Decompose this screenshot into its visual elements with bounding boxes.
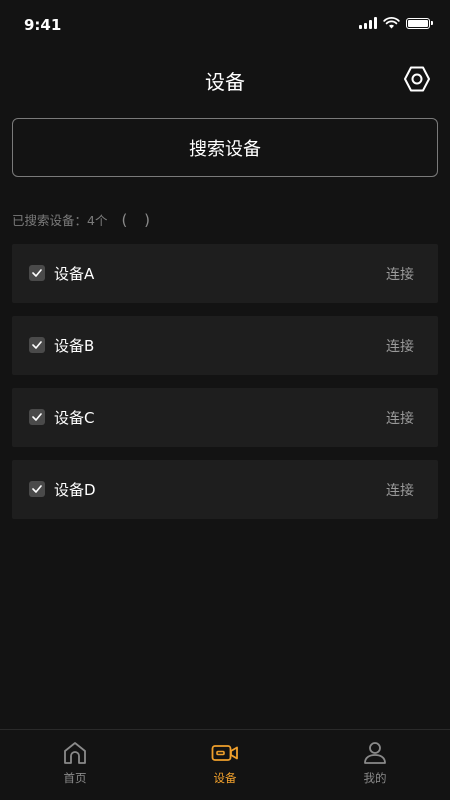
battery-icon (406, 17, 433, 29)
signal-icon (359, 17, 377, 29)
device-row-c[interactable]: 设备C 连接 (12, 388, 438, 447)
connect-button[interactable]: 连接 (386, 336, 414, 356)
connect-button[interactable]: 连接 (386, 408, 414, 428)
device-name: 设备D (54, 481, 96, 499)
person-icon (364, 742, 386, 764)
loading-spinner: ( ) (121, 210, 156, 229)
check-icon (32, 341, 42, 349)
device-row-a[interactable]: 设备A 连接 (12, 244, 438, 303)
status-bar: 9:41 (0, 0, 450, 50)
tab-home[interactable]: 首页 (0, 730, 150, 800)
check-icon (32, 413, 42, 421)
status-icons (359, 17, 433, 29)
device-checkbox[interactable] (29, 265, 45, 281)
connect-button[interactable]: 连接 (386, 480, 414, 500)
tab-label: 首页 (63, 771, 87, 785)
device-checkbox[interactable] (29, 481, 45, 497)
tab-profile[interactable]: 我的 (300, 730, 450, 800)
found-status: 已搜索设备：4个 ( ) (12, 210, 156, 229)
status-time: 9:41 (24, 16, 62, 34)
device-name: 设备B (54, 337, 95, 355)
device-list: 设备A 连接 设备B 连接 设备C 连接 设备D 连接 (12, 244, 438, 532)
gear-icon (404, 66, 430, 92)
device-name: 设备A (54, 265, 95, 283)
connect-button[interactable]: 连接 (386, 264, 414, 284)
tab-label: 我的 (363, 771, 387, 785)
home-icon (64, 742, 86, 764)
tab-label: 设备 (213, 771, 237, 785)
device-row-d[interactable]: 设备D 连接 (12, 460, 438, 519)
wifi-icon (383, 17, 400, 29)
device-checkbox[interactable] (29, 337, 45, 353)
device-row-b[interactable]: 设备B 连接 (12, 316, 438, 375)
check-icon (32, 269, 42, 277)
page-title: 设备 (205, 70, 245, 94)
search-devices-button[interactable]: 搜索设备 (12, 118, 438, 177)
found-count-label: 已搜索设备：4个 (12, 213, 108, 228)
camera-icon (211, 745, 238, 761)
check-icon (32, 485, 42, 493)
settings-button[interactable] (402, 64, 432, 94)
nav-bar: 设备 (0, 52, 450, 108)
device-checkbox[interactable] (29, 409, 45, 425)
tab-bar: 首页 设备 我的 (0, 729, 450, 800)
tab-devices[interactable]: 设备 (150, 730, 300, 800)
device-name: 设备C (54, 409, 95, 427)
